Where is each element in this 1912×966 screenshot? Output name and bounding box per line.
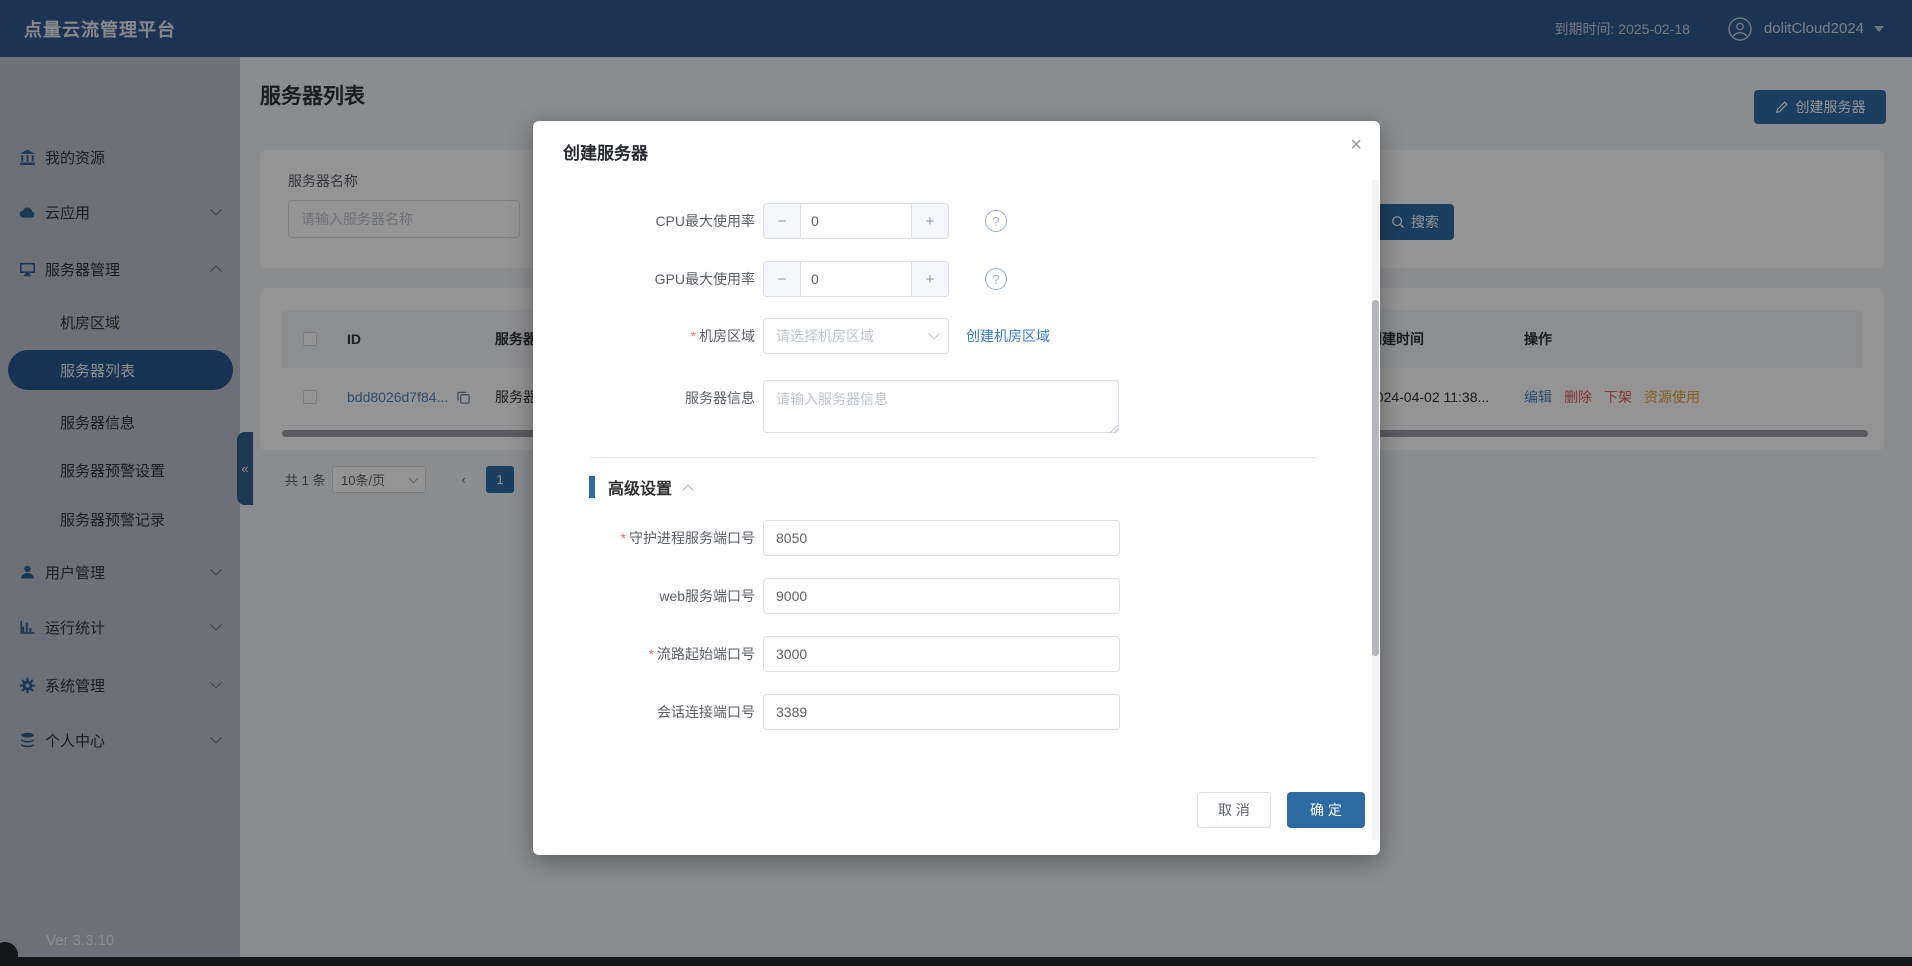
section-divider (590, 457, 1316, 458)
increase-button[interactable]: + (911, 204, 948, 238)
stream-port-label-text: 流路起始端口号 (657, 646, 755, 662)
web-port-input[interactable] (763, 578, 1120, 614)
cancel-button[interactable]: 取 消 (1197, 792, 1271, 828)
region-select[interactable]: 请选择机房区域 (763, 318, 949, 354)
close-icon[interactable]: × (1350, 135, 1362, 155)
daemon-port-input[interactable] (763, 520, 1120, 556)
help-icon[interactable]: ? (985, 268, 1007, 290)
server-info-label: 服务器信息 (533, 380, 755, 416)
dialog-title: 创建服务器 (563, 139, 648, 164)
chevron-up-icon (682, 484, 693, 495)
required-asterisk: * (649, 646, 654, 662)
advanced-settings-header[interactable]: 高级设置 (589, 475, 692, 499)
section-accent-bar (589, 476, 595, 498)
session-port-input[interactable] (763, 694, 1120, 730)
required-asterisk: * (621, 530, 626, 546)
stream-port-label: *流路起始端口号 (533, 636, 755, 672)
required-asterisk: * (691, 328, 696, 344)
session-port-label: 会话连接端口号 (533, 694, 755, 730)
create-server-dialog: 创建服务器 × CPU最大使用率 − + ? GPU最大使用率 − + ? *机… (533, 121, 1380, 855)
increase-button[interactable]: + (911, 262, 948, 296)
stream-port-input[interactable] (763, 636, 1120, 672)
daemon-port-label: *守护进程服务端口号 (533, 520, 755, 556)
dialog-scrollbar-thumb[interactable] (1372, 300, 1379, 656)
gpu-max-usage-input[interactable] (801, 262, 911, 296)
cpu-max-usage-stepper: − + (763, 203, 949, 239)
gpu-max-usage-stepper: − + (763, 261, 949, 297)
server-info-textarea[interactable] (763, 380, 1119, 433)
help-icon[interactable]: ? (985, 210, 1007, 232)
cpu-max-usage-label: CPU最大使用率 (533, 203, 755, 239)
advanced-settings-title: 高级设置 (608, 475, 672, 499)
cpu-max-usage-input[interactable] (801, 204, 911, 238)
decrease-button[interactable]: − (764, 262, 801, 296)
web-port-label: web服务端口号 (533, 578, 755, 614)
gpu-max-usage-label: GPU最大使用率 (533, 261, 755, 297)
chevron-down-icon (928, 328, 939, 339)
region-label-text: 机房区域 (699, 328, 755, 344)
resize-grip-icon[interactable] (1109, 424, 1119, 434)
screen: 点量云流管理平台 到期时间: 2025-02-18 dolitCloud2024… (0, 0, 1912, 966)
daemon-port-label-text: 守护进程服务端口号 (629, 530, 755, 546)
confirm-button[interactable]: 确 定 (1287, 792, 1365, 828)
create-region-link[interactable]: 创建机房区域 (966, 318, 1050, 354)
region-label: *机房区域 (533, 318, 755, 354)
region-select-placeholder: 请选择机房区域 (776, 326, 874, 346)
decrease-button[interactable]: − (764, 204, 801, 238)
